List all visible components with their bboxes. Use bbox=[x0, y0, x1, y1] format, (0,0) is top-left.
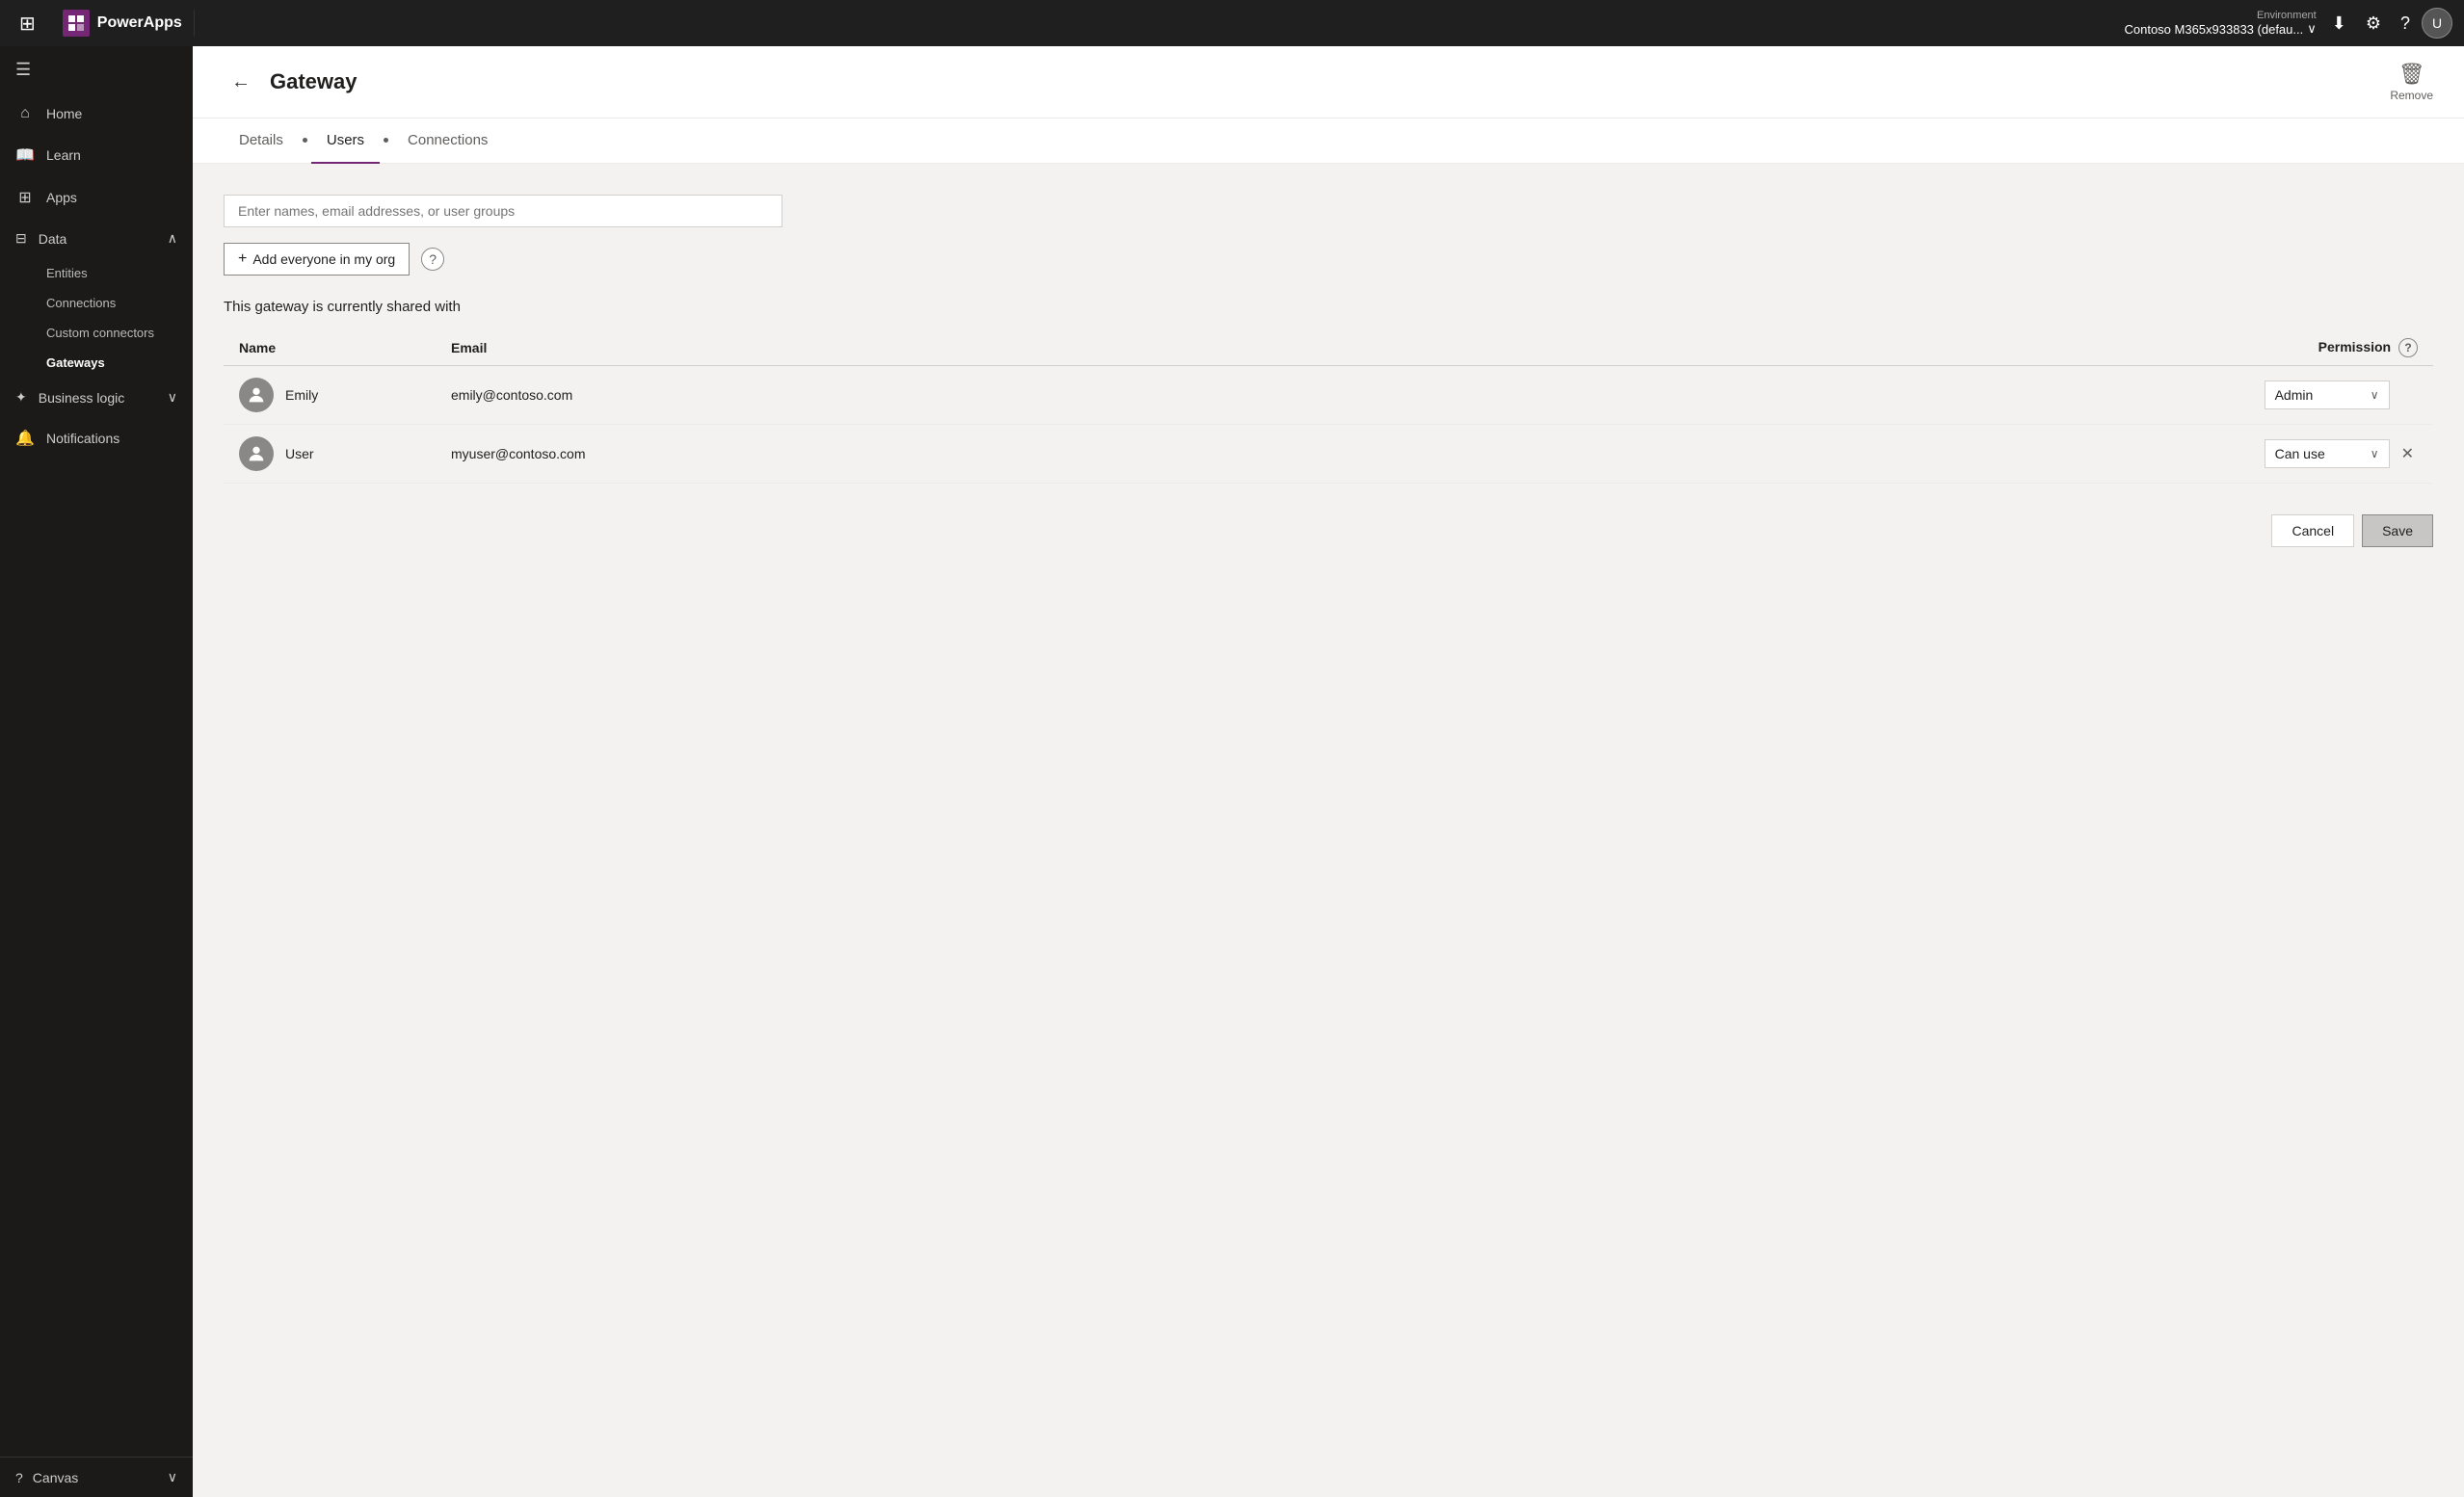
topbar: ⊞ PowerApps Environment Contoso M365x933… bbox=[0, 0, 2464, 46]
sidebar-item-home-label: Home bbox=[46, 106, 82, 121]
home-icon: ⌂ bbox=[15, 105, 35, 122]
page-title: Gateway bbox=[270, 69, 358, 94]
sidebar-item-learn[interactable]: 📖 Learn bbox=[0, 134, 193, 176]
notifications-icon: 🔔 bbox=[15, 429, 35, 448]
env-chevron-icon: ∨ bbox=[2307, 21, 2317, 37]
waffle-icon[interactable]: ⊞ bbox=[12, 4, 43, 43]
user-name-cell: User bbox=[224, 425, 436, 484]
add-everyone-label: Add everyone in my org bbox=[252, 251, 395, 267]
add-row: + Add everyone in my org ? bbox=[224, 243, 2433, 276]
tab-connections[interactable]: Connections bbox=[392, 118, 503, 164]
sidebar-item-apps[interactable]: ⊞ Apps bbox=[0, 176, 193, 219]
sidebar-item-home[interactable]: ⌂ Home bbox=[0, 93, 193, 134]
table-body: Emily emily@contoso.com Admin ∨ bbox=[224, 366, 2433, 484]
permission-help-icon[interactable]: ? bbox=[2398, 338, 2418, 357]
tab-area: Details Users Connections + Add everyone… bbox=[193, 118, 2464, 1497]
cancel-button[interactable]: Cancel bbox=[2271, 514, 2354, 547]
user-perm-chevron-icon: ∨ bbox=[2371, 447, 2379, 460]
emily-perm-chevron-icon: ∨ bbox=[2371, 388, 2379, 402]
user-permission-cell: Can use ∨ ✕ bbox=[1358, 425, 2433, 484]
table-header: Name Email Permission ? bbox=[224, 330, 2433, 366]
sidebar-sub-connections[interactable]: Connections bbox=[0, 288, 193, 318]
user-name: User bbox=[285, 446, 314, 461]
trash-icon: 🗑 bbox=[2398, 62, 2425, 87]
emily-permission-dropdown[interactable]: Admin ∨ bbox=[2265, 381, 2390, 409]
sidebar-hamburger[interactable]: ☰ bbox=[0, 46, 193, 93]
environment-selector[interactable]: Environment Contoso M365x933833 (defau..… bbox=[2124, 10, 2316, 37]
user-permission-dropdown[interactable]: Can use ∨ bbox=[2265, 439, 2390, 468]
page-header: ← Gateway 🗑 Remove bbox=[193, 46, 2464, 118]
shared-label: This gateway is currently shared with bbox=[224, 299, 2433, 315]
sidebar-item-learn-label: Learn bbox=[46, 147, 81, 163]
avatar[interactable]: U bbox=[2422, 8, 2452, 39]
data-expand-icon: ∧ bbox=[168, 230, 177, 247]
user-permission-value: Can use bbox=[2275, 446, 2325, 461]
sidebar-item-notifications[interactable]: 🔔 Notifications bbox=[0, 417, 193, 460]
plus-icon: + bbox=[238, 250, 247, 268]
tab-dot-1 bbox=[303, 138, 307, 143]
table-row: Emily emily@contoso.com Admin ∨ bbox=[224, 366, 2433, 425]
search-input[interactable] bbox=[224, 195, 782, 227]
user-remove-button[interactable]: ✕ bbox=[2398, 440, 2418, 467]
business-logic-expand-icon: ∨ bbox=[168, 389, 177, 406]
apps-icon: ⊞ bbox=[15, 188, 35, 207]
sidebar-section-business-logic-label: Business logic bbox=[39, 390, 125, 406]
back-button[interactable]: ← bbox=[224, 67, 258, 97]
app-name: PowerApps bbox=[97, 14, 182, 32]
business-logic-icon: ✦ bbox=[15, 389, 27, 406]
help-button[interactable]: ? bbox=[2393, 6, 2418, 41]
sidebar-sub-custom-connectors[interactable]: Custom connectors bbox=[0, 318, 193, 348]
env-name: Contoso M365x933833 (defau... ∨ bbox=[2124, 21, 2316, 37]
col-permission: Permission ? bbox=[1358, 330, 2433, 366]
sidebar-canvas-item[interactable]: ? Canvas ∨ bbox=[0, 1458, 193, 1497]
settings-button[interactable]: ⚙ bbox=[2358, 6, 2389, 41]
sidebar: ☰ ⌂ Home 📖 Learn ⊞ Apps ⊟ Data ∧ Entitie… bbox=[0, 46, 193, 1497]
tab-users[interactable]: Users bbox=[311, 118, 380, 164]
add-help-button[interactable]: ? bbox=[421, 248, 444, 271]
canvas-expand-icon: ∨ bbox=[168, 1469, 177, 1485]
env-label: Environment bbox=[2257, 10, 2317, 21]
remove-button[interactable]: 🗑 Remove bbox=[2390, 62, 2433, 102]
powerapps-icon bbox=[63, 10, 90, 37]
table-row: User myuser@contoso.com Can use ∨ bbox=[224, 425, 2433, 484]
emily-permission-cell: Admin ∨ ✕ bbox=[1358, 366, 2433, 425]
topbar-actions: ⬇ ⚙ ? U bbox=[2324, 6, 2452, 41]
tabs-container: Details Users Connections bbox=[193, 118, 2464, 164]
download-button[interactable]: ⬇ bbox=[2324, 6, 2354, 41]
sidebar-item-notifications-label: Notifications bbox=[46, 431, 119, 446]
canvas-label: Canvas bbox=[33, 1470, 78, 1485]
learn-icon: 📖 bbox=[15, 145, 35, 165]
save-button[interactable]: Save bbox=[2362, 514, 2433, 547]
col-name: Name bbox=[224, 330, 436, 366]
tab-dot-2 bbox=[384, 138, 388, 143]
sidebar-bottom: ? Canvas ∨ bbox=[0, 1457, 193, 1497]
sidebar-section-business-logic[interactable]: ✦ Business logic ∨ bbox=[0, 378, 193, 417]
search-wrap bbox=[224, 195, 2433, 227]
emily-permission-value: Admin bbox=[2275, 387, 2314, 403]
add-everyone-button[interactable]: + Add everyone in my org bbox=[224, 243, 410, 276]
col-permission-label: Permission bbox=[2318, 339, 2391, 355]
user-name-cell: Emily bbox=[224, 366, 436, 425]
emily-email: emily@contoso.com bbox=[436, 366, 1358, 425]
main-layout: ☰ ⌂ Home 📖 Learn ⊞ Apps ⊟ Data ∧ Entitie… bbox=[0, 46, 2464, 1497]
sidebar-section-data[interactable]: ⊟ Data ∧ bbox=[0, 219, 193, 258]
avatar-user bbox=[239, 436, 274, 471]
canvas-help-icon: ? bbox=[15, 1470, 23, 1485]
avatar-emily bbox=[239, 378, 274, 412]
users-tab-content: + Add everyone in my org ? This gateway … bbox=[193, 164, 2464, 578]
tab-details[interactable]: Details bbox=[224, 118, 299, 164]
emily-name: Emily bbox=[285, 387, 318, 403]
sidebar-item-apps-label: Apps bbox=[46, 190, 77, 205]
user-email: myuser@contoso.com bbox=[436, 425, 1358, 484]
content-area: ← Gateway 🗑 Remove Details Users Connect… bbox=[193, 46, 2464, 1497]
app-logo: PowerApps bbox=[51, 10, 195, 37]
remove-label: Remove bbox=[2390, 89, 2433, 102]
data-icon: ⊟ bbox=[15, 230, 27, 247]
users-table: Name Email Permission ? bbox=[224, 330, 2433, 484]
sidebar-sub-gateways[interactable]: Gateways bbox=[0, 348, 193, 378]
sidebar-sub-entities[interactable]: Entities bbox=[0, 258, 193, 288]
col-email: Email bbox=[436, 330, 1358, 366]
footer-buttons: Cancel Save bbox=[224, 514, 2433, 547]
sidebar-section-data-label: Data bbox=[39, 231, 67, 247]
